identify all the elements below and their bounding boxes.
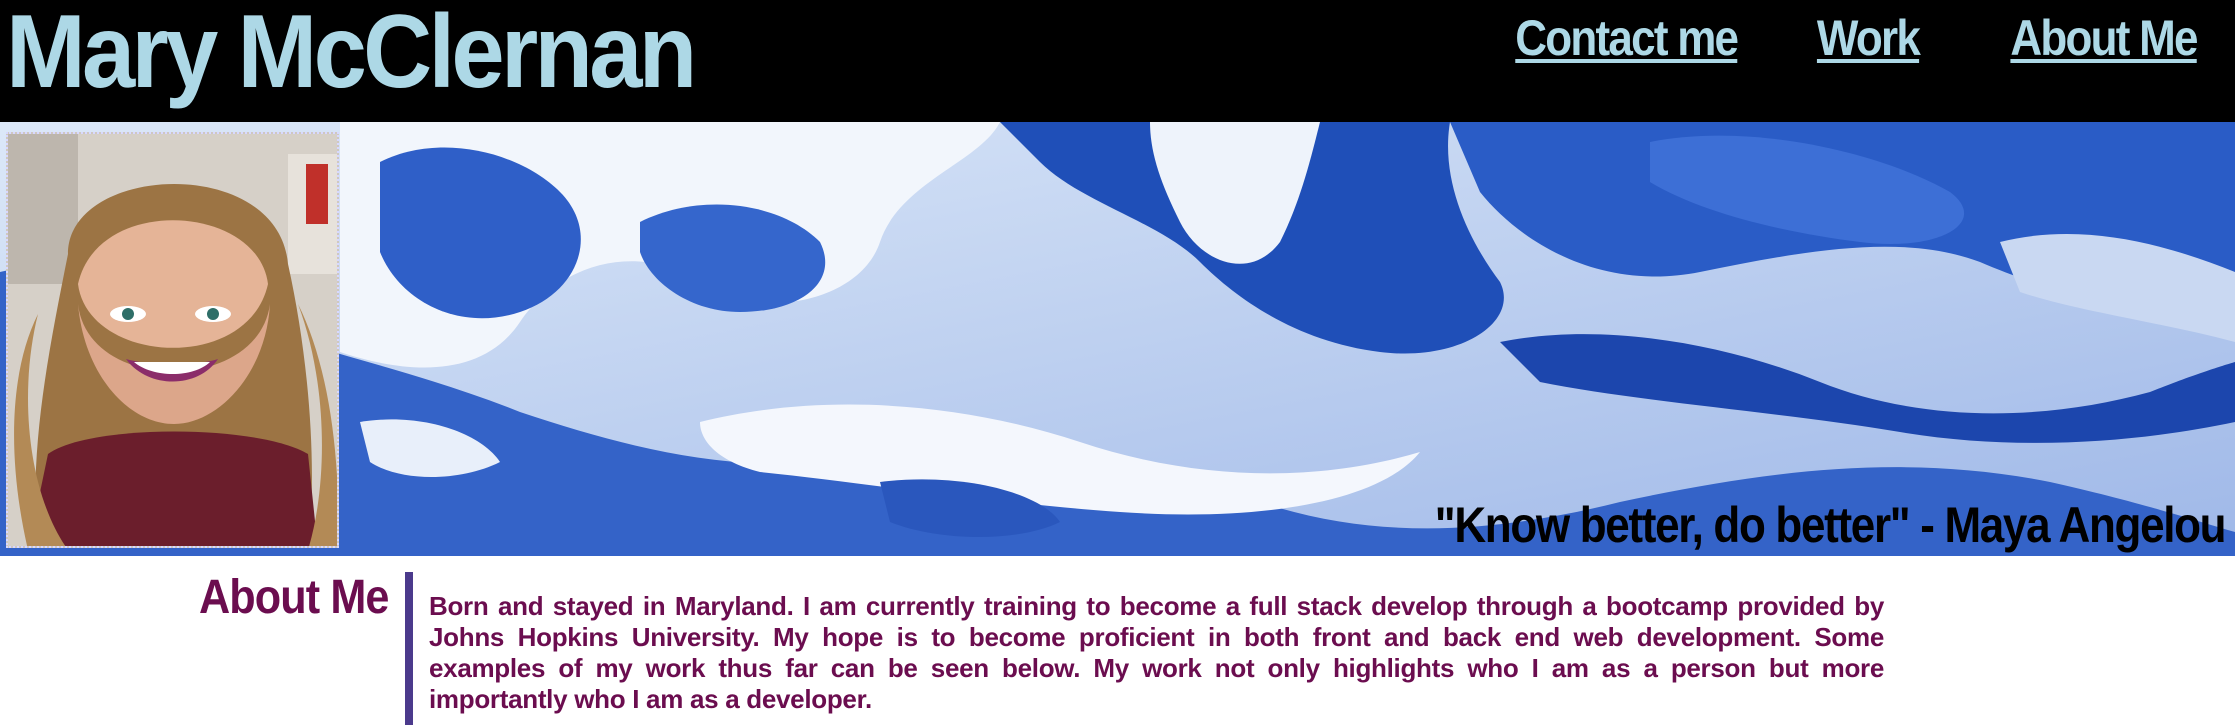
about-heading: About Me [199,571,389,624]
main-nav: Contact me Work About Me [1485,8,2199,68]
portrait-image [8,134,337,546]
hero-banner: "Know better, do better" - Maya Angelou [0,122,2235,556]
nav-about-link[interactable]: About Me [2011,8,2199,68]
nav-contact-link[interactable]: Contact me [1515,8,1739,68]
hero-quote: "Know better, do better" - Maya Angelou [1434,497,2227,553]
nav-work-link[interactable]: Work [1817,8,1921,68]
site-header: Mary McClernan Contact me Work About Me [0,0,2235,122]
about-section: About Me Born and stayed in Maryland. I … [0,556,2235,725]
about-body: Born and stayed in Maryland. I am curren… [429,591,1884,714]
about-divider [405,572,413,725]
profile-photo [6,132,339,548]
site-title: Mary McClernan [6,0,697,110]
